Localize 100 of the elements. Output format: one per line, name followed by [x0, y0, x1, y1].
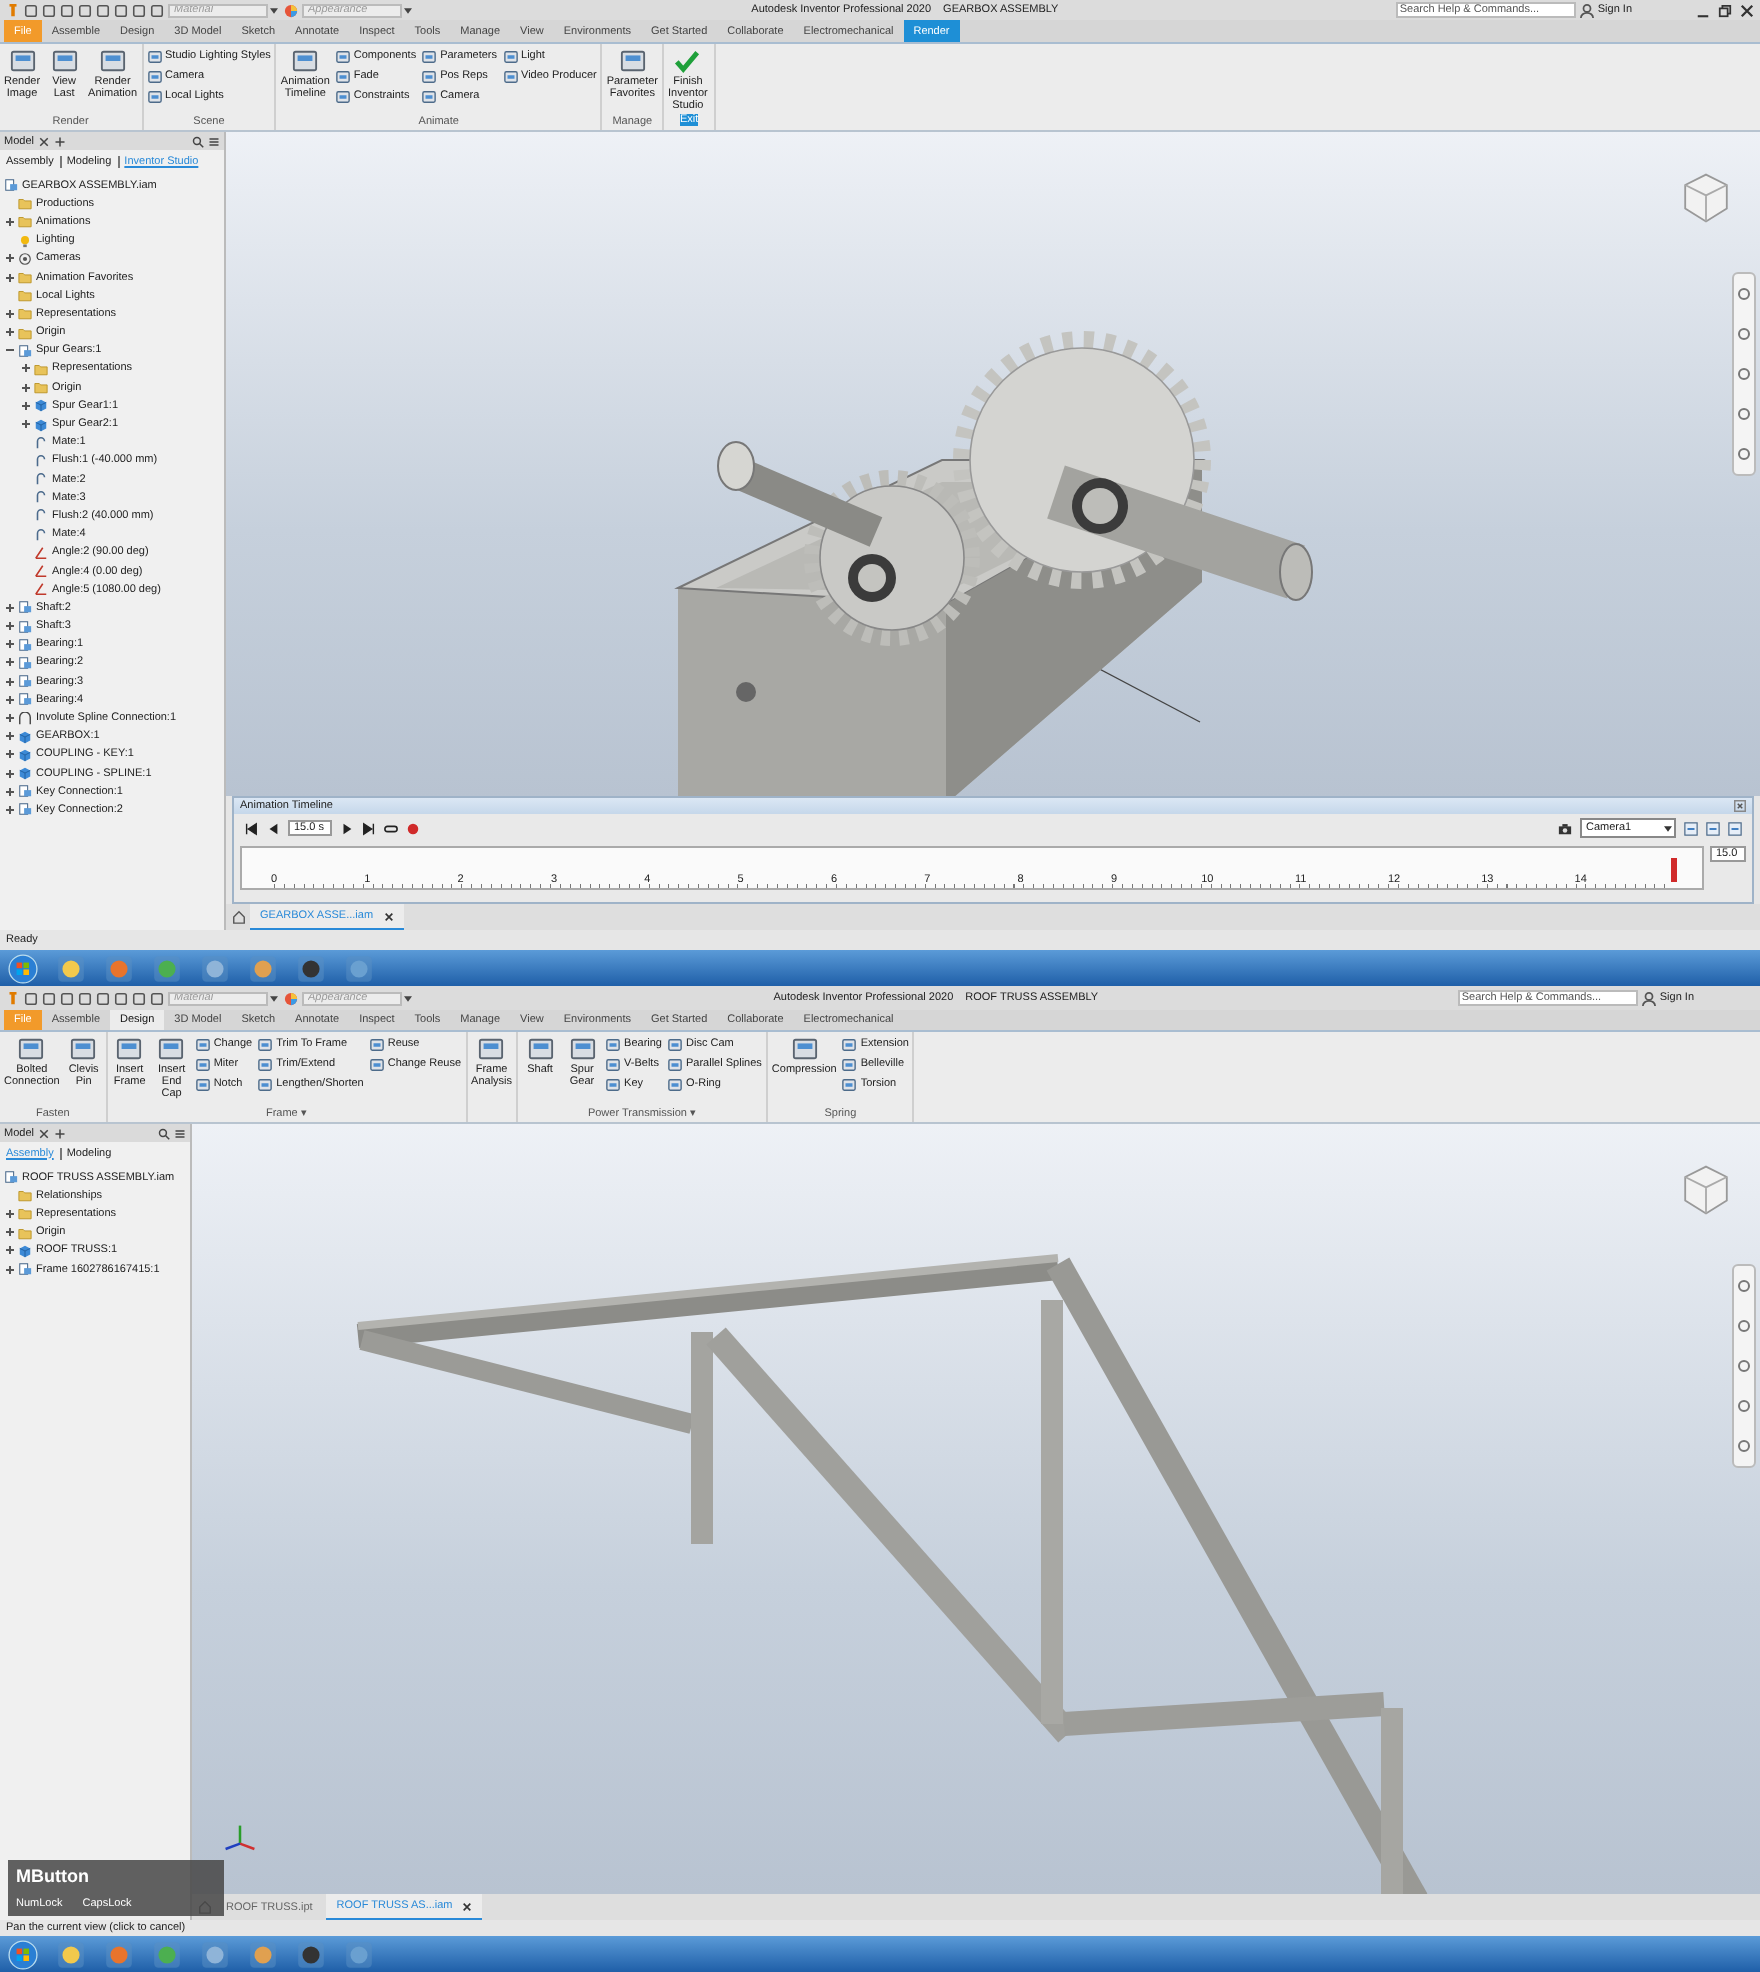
- expand-icon[interactable]: [4, 252, 16, 265]
- tool-icon[interactable]: [1728, 821, 1742, 835]
- check-icon: [674, 48, 701, 74]
- tool-icon: [195, 1077, 210, 1091]
- view-cube-icon[interactable]: [1680, 172, 1732, 224]
- expand-icon[interactable]: [20, 418, 32, 431]
- close-icon[interactable]: [37, 135, 50, 147]
- app-icon[interactable]: [296, 953, 326, 983]
- caret-icon: [270, 995, 278, 1001]
- navigation-bar[interactable]: [1732, 272, 1756, 476]
- expand-icon[interactable]: [4, 620, 16, 633]
- expand-icon[interactable]: [4, 1226, 16, 1239]
- step-back-icon[interactable]: [266, 821, 280, 835]
- expand-icon[interactable]: [4, 656, 16, 669]
- start-button[interactable]: [8, 953, 38, 983]
- close-icon[interactable]: [383, 911, 394, 921]
- tool-icon: [422, 69, 437, 83]
- skip-to-start-icon[interactable]: [244, 821, 258, 835]
- tool-icon: [606, 1057, 621, 1071]
- expand-icon[interactable]: [4, 271, 16, 284]
- search-icon[interactable]: [192, 135, 204, 147]
- document-icon: [18, 343, 32, 358]
- search-icon[interactable]: [158, 1127, 170, 1139]
- home-icon[interactable]: [232, 910, 246, 924]
- expand-icon[interactable]: [4, 803, 16, 816]
- tool-icon: [335, 69, 350, 83]
- expand-icon[interactable]: [4, 601, 16, 614]
- app-logo-icon: [6, 3, 20, 17]
- tool-icon: [619, 48, 646, 74]
- angle-icon: [34, 582, 48, 597]
- expand-icon[interactable]: [4, 767, 16, 780]
- start-button[interactable]: [8, 1939, 38, 1969]
- tool-icon[interactable]: [1706, 821, 1720, 835]
- expand-icon[interactable]: [4, 638, 16, 651]
- expand-icon[interactable]: [4, 215, 16, 228]
- tool-icon: [195, 1037, 210, 1051]
- document-icon: [4, 178, 18, 193]
- plus-icon[interactable]: [53, 135, 66, 147]
- tool-icon: [158, 1036, 185, 1062]
- tool-icon: [258, 1037, 273, 1051]
- tool-icon: [70, 1036, 97, 1062]
- tool-icon: [9, 48, 36, 74]
- expand-icon[interactable]: [4, 712, 16, 725]
- tool-icon: [147, 49, 162, 63]
- expand-icon[interactable]: [4, 785, 16, 798]
- menu-icon[interactable]: [208, 135, 220, 147]
- app-icon[interactable]: [200, 953, 230, 983]
- close-icon[interactable]: [37, 1127, 50, 1139]
- navigation-bar[interactable]: [1732, 1264, 1756, 1468]
- play-icon[interactable]: [340, 821, 354, 835]
- app-icon[interactable]: [248, 1939, 278, 1969]
- tool-icon: [842, 1057, 857, 1071]
- app-icon[interactable]: [296, 1939, 326, 1969]
- app-icon[interactable]: [56, 1939, 86, 1969]
- expand-icon[interactable]: [20, 399, 32, 412]
- tool-icon: [18, 1036, 45, 1062]
- app-logo-icon: [6, 991, 20, 1005]
- loop-icon[interactable]: [384, 821, 398, 835]
- menu-icon[interactable]: [174, 1127, 186, 1139]
- expand-icon[interactable]: [4, 675, 16, 688]
- skip-to-end-icon[interactable]: [362, 821, 376, 835]
- tool-icon: [606, 1077, 621, 1091]
- document-icon: [18, 1262, 32, 1277]
- view-cube-icon[interactable]: [1680, 1164, 1732, 1216]
- app-icon[interactable]: [56, 953, 86, 983]
- time-marker[interactable]: [1671, 858, 1677, 882]
- tool-icon: [606, 1037, 621, 1051]
- bulb-icon: [18, 233, 32, 248]
- plus-icon[interactable]: [53, 1127, 66, 1139]
- person-icon: [1641, 991, 1656, 1005]
- caret-icon: [404, 7, 412, 13]
- expand-icon[interactable]: [4, 1263, 16, 1276]
- tool-icon: [422, 89, 437, 103]
- tool-icon: [195, 1057, 210, 1071]
- expand-icon[interactable]: [4, 748, 16, 761]
- collapse-icon[interactable]: [4, 344, 16, 357]
- tool-icon[interactable]: [1684, 821, 1698, 835]
- record-icon[interactable]: [406, 821, 420, 835]
- cube-icon: [18, 729, 32, 744]
- expand-icon[interactable]: [4, 730, 16, 743]
- app-icon[interactable]: [200, 1939, 230, 1969]
- tool-icon: [478, 1036, 505, 1062]
- tool-icon: [258, 1057, 273, 1071]
- expand-icon[interactable]: [20, 362, 32, 375]
- expand-icon[interactable]: [20, 381, 32, 394]
- close-icon[interactable]: [1740, 3, 1754, 17]
- tool-icon: [369, 1037, 384, 1051]
- expand-icon[interactable]: [4, 1244, 16, 1257]
- app-icon[interactable]: [248, 953, 278, 983]
- expand-icon[interactable]: [4, 1207, 16, 1220]
- close-icon[interactable]: [1734, 800, 1746, 812]
- tool-icon: [527, 1036, 554, 1062]
- tool-icon: [147, 69, 162, 83]
- expand-icon[interactable]: [4, 693, 16, 706]
- expand-icon[interactable]: [4, 326, 16, 339]
- tool-icon: [116, 1036, 143, 1062]
- expand-icon[interactable]: [4, 307, 16, 320]
- restore-icon[interactable]: [1718, 3, 1732, 17]
- tool-icon: [503, 69, 518, 83]
- close-icon[interactable]: [462, 1901, 473, 1911]
